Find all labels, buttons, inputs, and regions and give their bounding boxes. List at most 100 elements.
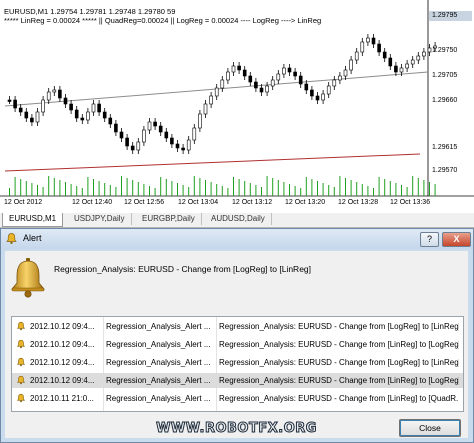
list-item[interactable]: 2012.10.11 21:0... Regression_Analysis_Al… xyxy=(12,391,463,406)
time-label: 12 Oct 13:36 xyxy=(390,199,431,206)
candle-body xyxy=(13,99,17,109)
alert-text: Regression_Analysis: EURUSD - Change fro… xyxy=(219,340,459,349)
candle-body xyxy=(410,59,415,65)
candle-body xyxy=(192,127,197,141)
candle-body xyxy=(214,87,219,97)
candle-body xyxy=(114,123,118,133)
time-label: 12 Oct 12:56 xyxy=(124,199,165,206)
candle-body xyxy=(422,51,426,57)
candle-body xyxy=(136,141,141,151)
candle-body xyxy=(237,65,241,71)
candle-body xyxy=(186,139,191,151)
candle-body xyxy=(304,83,309,91)
candle-body xyxy=(427,47,432,53)
candle-body xyxy=(298,75,303,85)
candle-body xyxy=(259,87,264,93)
list-item[interactable]: 2012.10.12 09:4... Regression_Analysis_Al… xyxy=(12,337,463,352)
time-label: 12 Oct 12:40 xyxy=(72,199,113,206)
list-item[interactable]: 2012.10.12 09:4... Regression_Analysis_Al… xyxy=(12,319,463,334)
candle-body xyxy=(282,67,286,75)
bell-icon xyxy=(16,375,26,387)
tab-eurgbp-daily[interactable]: EURGBP,Daily xyxy=(136,213,202,225)
candle-body xyxy=(142,129,146,143)
candle-body xyxy=(170,137,174,145)
bell-icon xyxy=(16,393,26,405)
candle-body xyxy=(164,131,169,139)
indicator-readout: ***** LinReg = 0.00024 ***** || QuadReg=… xyxy=(4,16,322,25)
close-button[interactable]: Close xyxy=(399,419,461,437)
alert-time: 2012.10.12 09:4... xyxy=(30,340,95,349)
chart-title: EURUSD,M1 1.29754 1.29781 1.29748 1.2978… xyxy=(4,7,176,16)
candle-body xyxy=(287,67,292,73)
candle-body xyxy=(18,107,23,113)
alert-text: Regression_Analysis: EURUSD - Change fro… xyxy=(219,322,459,331)
alert-time: 2012.10.12 09:4... xyxy=(30,376,95,385)
candle-body xyxy=(175,143,180,149)
candle-body xyxy=(310,89,314,97)
price-label: 1.29570 xyxy=(432,167,458,174)
candle-body xyxy=(86,111,90,121)
candle-body xyxy=(119,131,124,139)
candle-body xyxy=(405,63,409,69)
candle-body xyxy=(366,37,370,43)
candle-body xyxy=(349,59,353,71)
candle-body xyxy=(181,147,185,151)
candle-body xyxy=(69,103,73,111)
candle-body xyxy=(388,57,393,67)
candle-body xyxy=(416,55,421,61)
help-button[interactable]: ? xyxy=(420,232,439,247)
tab-eurusd-m1[interactable]: EURUSD,M1 xyxy=(2,213,64,227)
tab-audusd-daily[interactable]: AUDUSD,Daily xyxy=(205,213,272,225)
candle-body xyxy=(102,111,107,119)
candle-body xyxy=(399,67,404,73)
alert-message: Regression_Analysis: EURUSD - Change fro… xyxy=(54,264,312,274)
chart-canvas xyxy=(0,0,474,197)
time-label: 12 Oct 13:04 xyxy=(178,199,219,206)
price-label: 1.29750 xyxy=(432,47,458,54)
bell-icon xyxy=(16,321,26,333)
list-item[interactable]: 2012.10.12 09:4... Regression_Analysis_Al… xyxy=(12,355,463,370)
candle-body xyxy=(130,145,135,151)
alert-text: Regression_Analysis: EURUSD - Change fro… xyxy=(219,358,459,367)
candle-body xyxy=(254,81,258,89)
candle-body xyxy=(30,117,34,123)
alert-time: 2012.10.12 09:4... xyxy=(30,322,95,331)
regression-line-lower xyxy=(4,153,421,172)
alert-source: Regression_Analysis_Alert ... xyxy=(106,376,211,385)
candle-body xyxy=(276,73,281,81)
volume-bars xyxy=(9,176,436,196)
alert-source: Regression_Analysis_Alert ... xyxy=(106,322,211,331)
price-chart[interactable]: EURUSD,M1 1.29754 1.29781 1.29748 1.2978… xyxy=(0,0,474,214)
alert-history-list[interactable]: 2012.10.12 09:4... Regression_Analysis_Al… xyxy=(11,316,464,412)
candle-body xyxy=(125,137,129,147)
bell-icon xyxy=(11,258,45,298)
candle-body xyxy=(265,85,269,93)
candle-body xyxy=(377,43,381,53)
price-label: 1.29615 xyxy=(432,144,458,151)
candle-body xyxy=(41,99,45,113)
bell-icon xyxy=(16,339,26,351)
alert-titlebar[interactable]: Alert ? X xyxy=(1,229,473,249)
candle-body xyxy=(198,113,202,129)
candle-body xyxy=(293,71,297,77)
candle-body xyxy=(321,93,325,101)
window-close-button[interactable]: X xyxy=(442,232,471,247)
price-label: 1.29660 xyxy=(432,97,458,104)
candle-body xyxy=(97,103,101,113)
alert-window-title: Alert xyxy=(23,233,42,243)
candle-body xyxy=(360,41,365,53)
alert-time: 2012.10.12 09:4... xyxy=(30,358,95,367)
list-item[interactable]: 2012.10.12 09:4... Regression_Analysis_Al… xyxy=(12,373,463,388)
candle-body xyxy=(147,121,152,131)
bell-icon xyxy=(16,357,26,369)
time-label: 12 Oct 2012 xyxy=(4,199,43,206)
alert-body: Regression_Analysis: EURUSD - Change fro… xyxy=(5,251,468,438)
tab-usdjpy-daily[interactable]: USDJPY,Daily xyxy=(68,213,132,225)
candle-body xyxy=(332,79,337,87)
candle-body xyxy=(248,75,253,83)
candle-body xyxy=(220,79,225,89)
candle-body xyxy=(158,125,163,133)
chart-tabs: EURUSD,M1 USDJPY,Daily EURGBP,Daily AUDU… xyxy=(0,213,474,228)
candle-body xyxy=(91,103,96,113)
candle-body xyxy=(270,79,275,87)
